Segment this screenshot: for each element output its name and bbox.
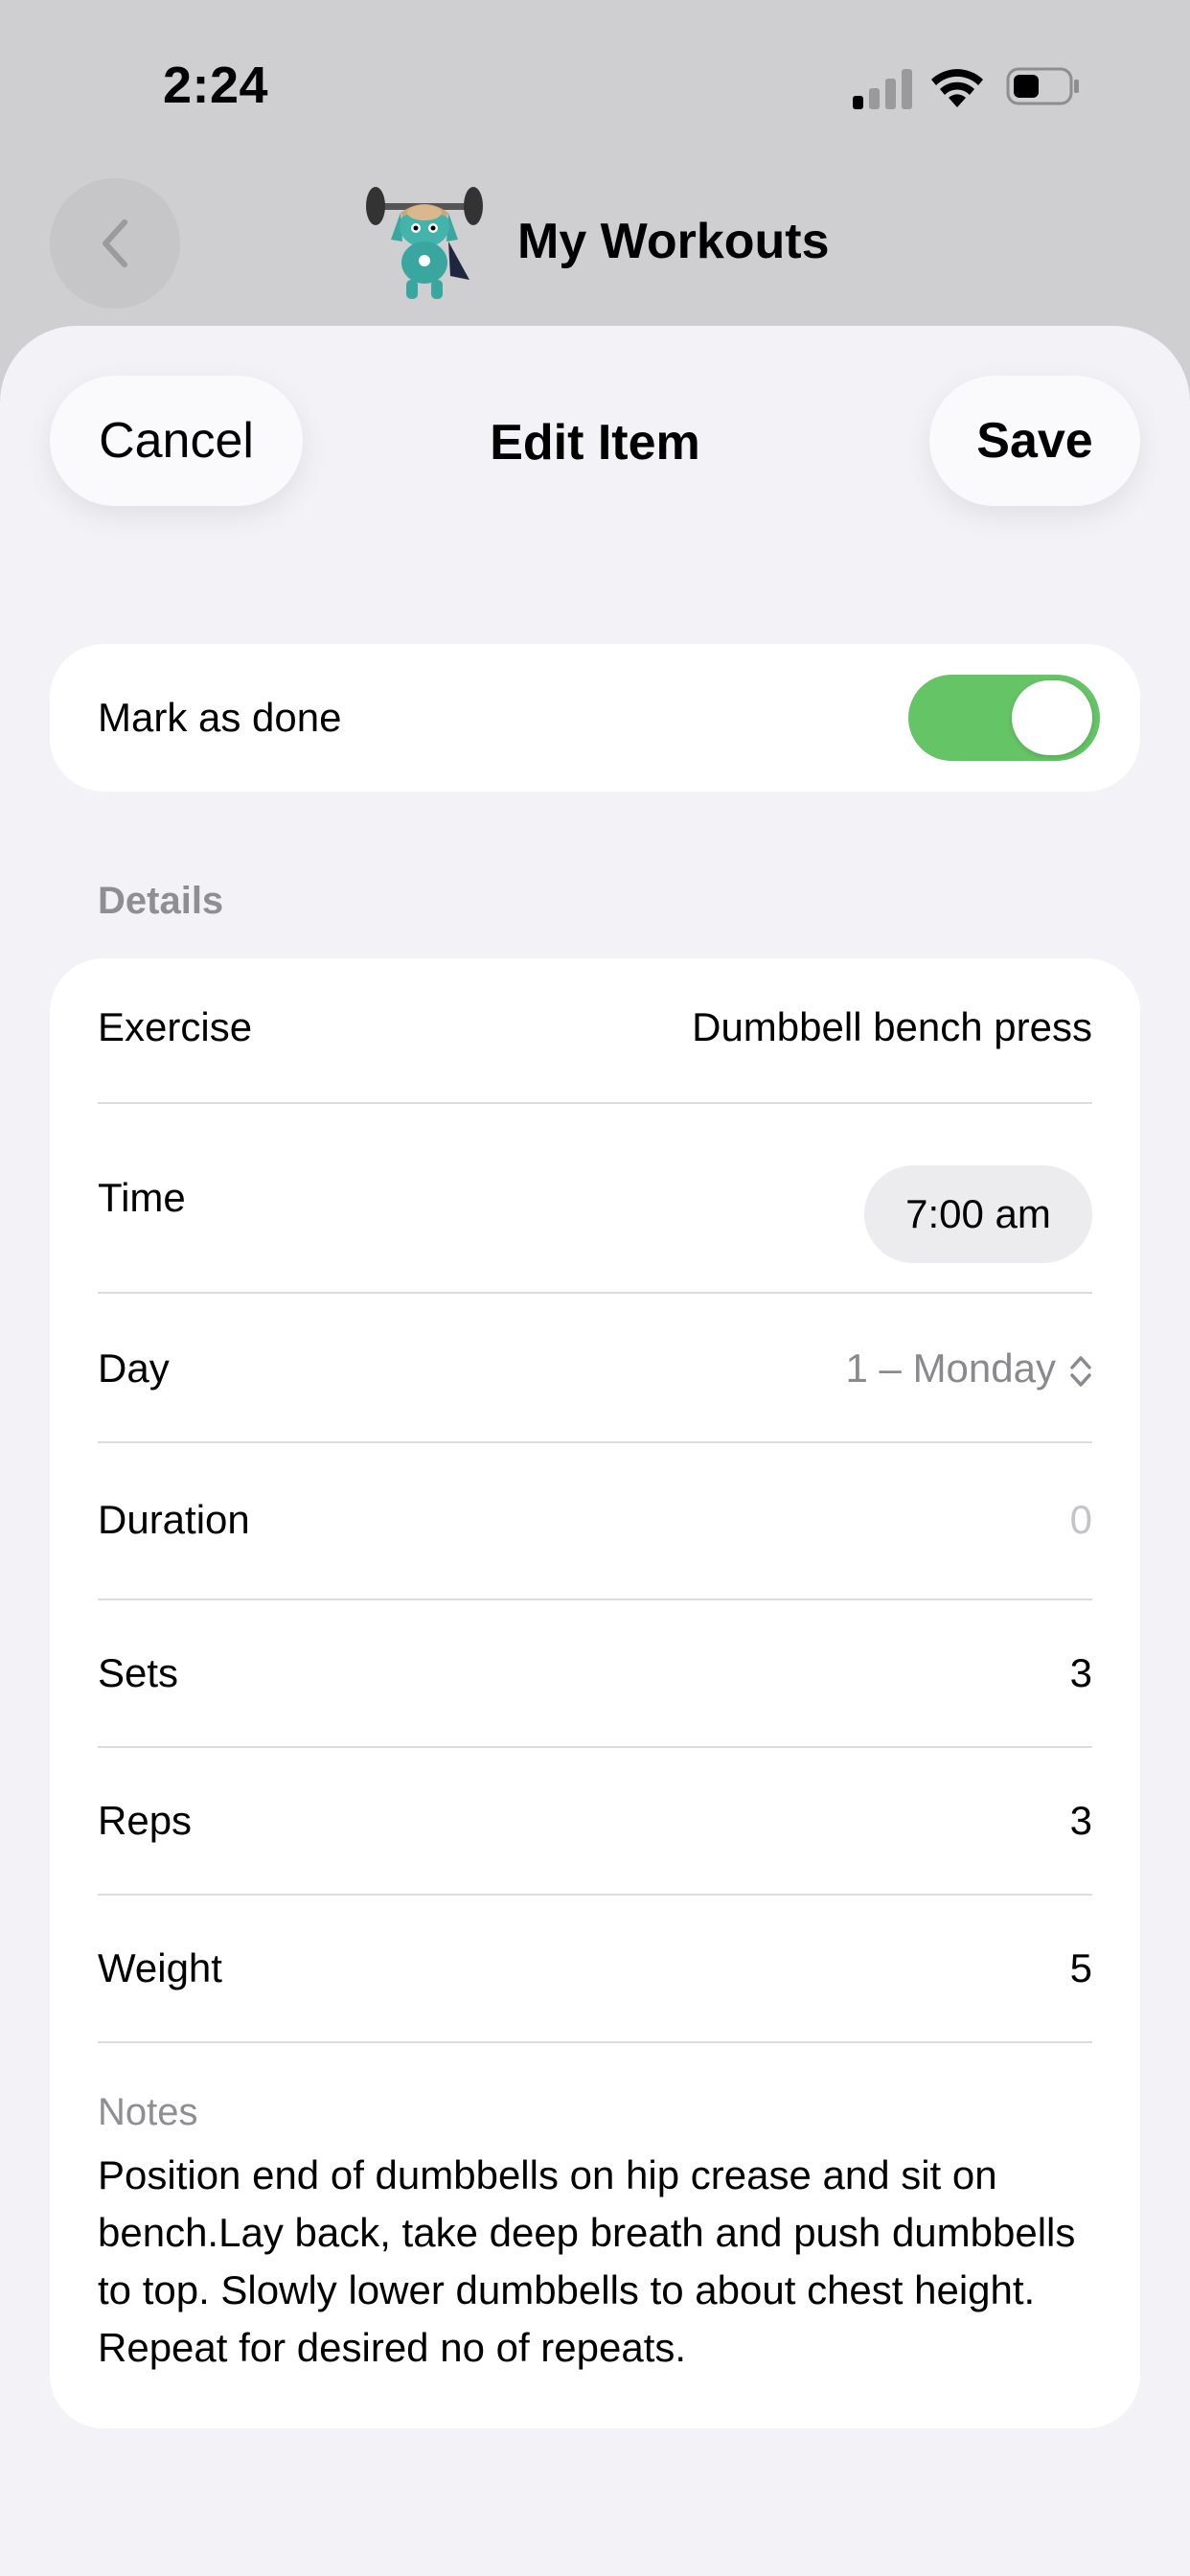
duration-label: Duration: [98, 1497, 250, 1542]
divider: [98, 2041, 1092, 2043]
save-button[interactable]: Save: [929, 376, 1140, 506]
time-label: Time: [98, 1175, 186, 1220]
mark-as-done-toggle[interactable]: [908, 675, 1100, 761]
reps-input[interactable]: 3: [1070, 1798, 1092, 1844]
chevron-left-icon: [103, 219, 127, 267]
sets-label: Sets: [98, 1650, 179, 1695]
weight-label: Weight: [98, 1945, 222, 1990]
time-row: Time 7:00 am: [98, 1165, 1092, 1263]
details-card: Exercise Dumbbell bench press Time 7:00 …: [50, 958, 1140, 2428]
weight-input[interactable]: 5: [1070, 1945, 1092, 1991]
reps-label: Reps: [98, 1798, 193, 1843]
nav-title: My Workouts: [517, 214, 830, 269]
sets-row[interactable]: Sets 3: [98, 1650, 1092, 1702]
chevron-up-down-icon: [1070, 1356, 1091, 1387]
notes-label: Notes: [98, 2091, 198, 2133]
day-label: Day: [98, 1346, 170, 1391]
toggle-knob: [1012, 680, 1092, 755]
duration-row[interactable]: Duration 0: [98, 1497, 1092, 1549]
day-value: 1 – Monday: [845, 1346, 1056, 1391]
exercise-label: Exercise: [98, 1004, 253, 1049]
divider: [98, 1292, 1092, 1294]
divider: [98, 1441, 1092, 1443]
sets-input[interactable]: 3: [1070, 1650, 1092, 1696]
exercise-row[interactable]: Exercise Dumbbell bench press: [98, 1004, 1092, 1056]
wifi-icon: [929, 63, 985, 109]
reps-row[interactable]: Reps 3: [98, 1798, 1092, 1850]
exercise-value[interactable]: Dumbbell bench press: [692, 1004, 1092, 1050]
day-row[interactable]: Day 1 – Monday: [98, 1346, 1092, 1397]
divider: [98, 1894, 1092, 1896]
status-time: 2:24: [163, 57, 269, 114]
details-section-header: Details: [98, 880, 224, 922]
divider: [98, 1598, 1092, 1600]
mark-as-done-label: Mark as done: [98, 695, 342, 740]
duration-input[interactable]: 0: [1070, 1497, 1092, 1543]
weight-row[interactable]: Weight 5: [98, 1945, 1092, 1997]
divider: [98, 1102, 1092, 1104]
day-picker[interactable]: 1 – Monday: [846, 1346, 1092, 1392]
cellular-signal-icon: [853, 67, 912, 109]
time-picker-button[interactable]: 7:00 am: [864, 1165, 1092, 1263]
mark-as-done-row: Mark as done: [50, 644, 1140, 792]
back-button[interactable]: [50, 178, 180, 309]
battery-icon: [1006, 67, 1081, 105]
weightlifter-mascot-icon: [362, 184, 487, 303]
notes-textarea[interactable]: Position end of dumbbells on hip crease …: [98, 2147, 1113, 2377]
divider: [98, 1746, 1092, 1748]
status-bar: 2:24: [0, 0, 1190, 172]
